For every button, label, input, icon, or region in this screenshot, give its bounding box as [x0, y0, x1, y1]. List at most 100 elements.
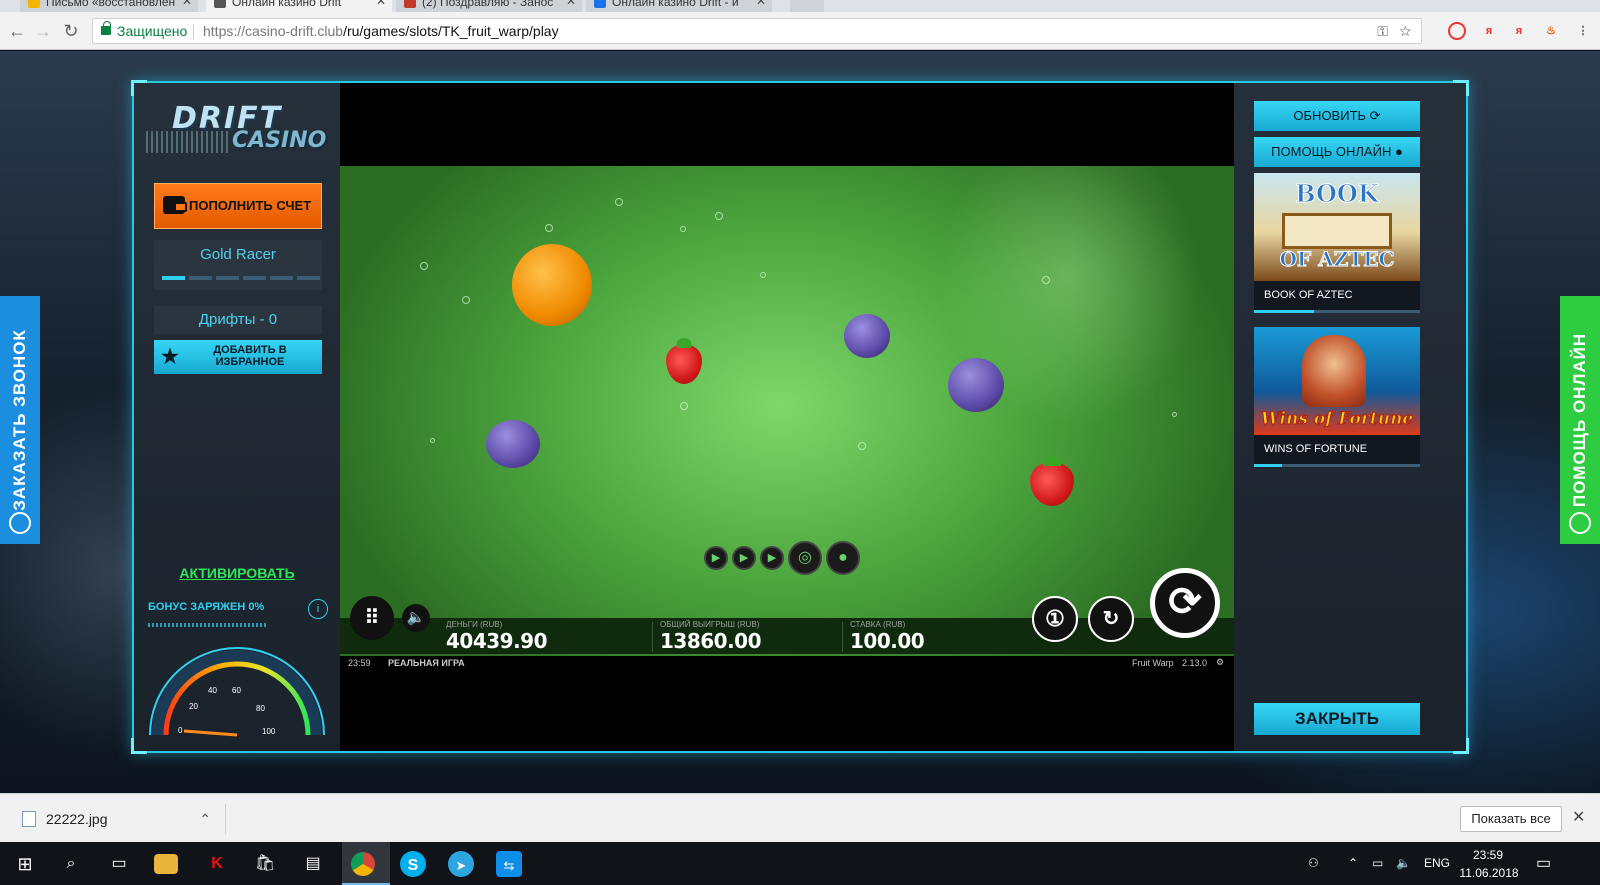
forward-arrow-icon[interactable]: →: [32, 20, 54, 42]
level-segment: [216, 276, 239, 280]
close-icon[interactable]: ✕: [1572, 807, 1585, 827]
kaspersky-icon[interactable]: K: [202, 849, 232, 879]
clock-date[interactable]: 11.06.2018: [1454, 864, 1524, 882]
bubble: [680, 226, 686, 232]
phone-icon: [9, 512, 31, 534]
star-icon: ★: [161, 346, 179, 368]
url-host: https://casino-drift.club: [203, 23, 344, 39]
omnibox-divider: [193, 24, 194, 39]
chrome-icon[interactable]: [351, 852, 375, 876]
game-canvas[interactable]: ▶ ▶ ▶ ◎ ●: [340, 166, 1234, 656]
search-icon[interactable]: ⌕: [56, 849, 86, 879]
order-call-tab[interactable]: ЗАКАЗАТЬ ЗВОНОК: [0, 296, 40, 544]
favorites-label-line1: ДОБАВИТЬ В: [213, 344, 287, 356]
download-item[interactable]: 22222.jpg ⌃: [16, 804, 226, 834]
key-icon[interactable]: ⚿: [1377, 23, 1388, 39]
people-icon[interactable]: ⚇: [1308, 842, 1319, 885]
browser-tab-1[interactable]: Письмо «восстановлен ✕: [20, 0, 198, 12]
browser-tab-4[interactable]: Онлайн казино Drift - и ✕: [586, 0, 772, 12]
new-tab-button[interactable]: [790, 0, 824, 12]
add-to-favorites-button[interactable]: ★ ДОБАВИТЬ В ИЗБРАННОЕ: [154, 340, 322, 374]
game-card-title: BOOK OF AZTEC: [1264, 289, 1353, 301]
menu-grid-icon[interactable]: ⠿: [350, 596, 394, 640]
play-icon[interactable]: ▶: [732, 546, 756, 570]
reload-icon[interactable]: ↻: [60, 20, 82, 42]
omnibox-icons: ⚿ ☆: [1377, 19, 1411, 43]
telegram-icon[interactable]: ➤: [448, 851, 474, 877]
network-app-icon[interactable]: ▤: [298, 849, 328, 879]
refresh-label: ОБНОВИТЬ: [1293, 108, 1367, 123]
thumbnail-text: Wins of Fortune: [1260, 409, 1414, 430]
language-indicator[interactable]: ENG: [1424, 842, 1450, 885]
wallet-icon: [163, 196, 187, 214]
apple-icon[interactable]: ●: [826, 541, 860, 575]
order-call-label: ЗАКАЗАТЬ ЗВОНОК: [10, 329, 29, 511]
game-version: 2.13.0: [1182, 658, 1208, 668]
spiral-icon[interactable]: ◎: [788, 541, 822, 575]
tab-title: Онлайн казино Drift: [232, 0, 342, 9]
game-hud: ⠿ 🔈 ДЕНЬГИ (RUB) 40439.90 ОБЩИЙ ВЫИГРЫШ …: [340, 568, 1234, 654]
browser-tab-2[interactable]: Онлайн казино Drift ✕: [206, 0, 392, 12]
bookmark-star-icon[interactable]: ☆: [1400, 23, 1411, 39]
play-icon[interactable]: ▶: [760, 546, 784, 570]
game-iframe[interactable]: ▶ ▶ ▶ ◎ ● ⠿ 🔈 ДЕНЬГИ (RUB) 40439.90 ОБЩИ…: [340, 83, 1234, 751]
task-view-icon[interactable]: ▭: [104, 849, 134, 879]
store-icon[interactable]: 🛍: [250, 849, 280, 879]
info-icon[interactable]: i: [308, 599, 328, 619]
book-of-aztec-thumbnail: BOOK OF AZTEC: [1254, 173, 1420, 281]
network-icon[interactable]: ▭: [1372, 842, 1383, 885]
skype-icon[interactable]: S: [400, 851, 426, 877]
card-progress-fill: [1254, 464, 1282, 467]
help-online-button[interactable]: ПОМОЩЬ ОНЛАЙН ●: [1254, 137, 1420, 167]
drift-casino-logo[interactable]: DRIFT CASINO: [146, 101, 326, 161]
help-online-tab[interactable]: ПОМОЩЬ ОНЛАЙН: [1560, 296, 1600, 544]
url-path: /ru/games/slots/TK_fruit_warp/play: [343, 23, 559, 39]
bet-one-coin-icon[interactable]: ①: [1032, 596, 1078, 642]
game-card-wins-of-fortune[interactable]: Wins of Fortune WINS OF FORTUNE: [1254, 327, 1420, 467]
teamviewer-icon[interactable]: ⇆: [496, 851, 522, 877]
level-segment: [270, 276, 293, 280]
money-label: ДЕНЬГИ (RUB): [446, 620, 503, 629]
plum-icon: [486, 420, 540, 468]
show-all-button[interactable]: Показать все: [1460, 806, 1562, 832]
chevron-up-icon[interactable]: ⌃: [1348, 842, 1358, 885]
notifications-icon[interactable]: ▭: [1536, 842, 1551, 885]
settings-gear-icon[interactable]: ⚙: [1216, 657, 1224, 668]
close-tab-icon[interactable]: ✕: [376, 0, 386, 8]
hud-divider: [842, 622, 843, 652]
close-tab-icon[interactable]: ✕: [182, 0, 192, 8]
back-arrow-icon[interactable]: ←: [6, 20, 28, 42]
video-favicon-icon: [404, 0, 416, 8]
chevron-up-icon[interactable]: ⌃: [199, 804, 211, 834]
address-bar[interactable]: Защищено https://casino-drift.club/ru/ga…: [92, 18, 1422, 44]
clock-time[interactable]: 23:59: [1460, 846, 1516, 864]
fire-extension-icon[interactable]: ♨: [1542, 22, 1560, 40]
wins-of-fortune-thumbnail: Wins of Fortune: [1254, 327, 1420, 435]
speaker-icon[interactable]: 🔈: [1396, 842, 1411, 885]
sound-icon[interactable]: 🔈: [402, 604, 430, 632]
spin-button[interactable]: ⟳: [1150, 568, 1220, 638]
close-tab-icon[interactable]: ✕: [756, 0, 766, 8]
close-tab-icon[interactable]: ✕: [566, 0, 576, 8]
tab-title: (2) Поздравляю - Занос: [422, 0, 554, 9]
refresh-button[interactable]: ОБНОВИТЬ ⟳: [1254, 101, 1420, 131]
menu-kebab-icon[interactable]: ⋮: [1574, 22, 1592, 40]
game-card-book-of-aztec[interactable]: BOOK OF AZTEC BOOK OF AZTEC: [1254, 173, 1420, 313]
yandex-icon[interactable]: я: [1510, 22, 1528, 40]
play-icon[interactable]: ▶: [704, 546, 728, 570]
activate-link[interactable]: АКТИВИРОВАТЬ: [134, 565, 340, 581]
right-panel: ОБНОВИТЬ ⟳ ПОМОЩЬ ОНЛАЙН ● BOOK OF AZTEC…: [1234, 83, 1466, 751]
hud-divider: [652, 622, 653, 652]
total-win-label: ОБЩИЙ ВЫИГРЫШ (RUB): [660, 620, 760, 629]
orange-icon: [512, 244, 592, 326]
close-game-button[interactable]: ЗАКРЫТЬ: [1254, 703, 1420, 735]
deposit-button[interactable]: ПОПОЛНИТЬ СЧЕТ: [154, 183, 322, 229]
game-name: Fruit Warp: [1132, 658, 1174, 668]
tab-strip: Письмо «восстановлен ✕ Онлайн казино Dri…: [0, 0, 1600, 12]
browser-tab-3[interactable]: (2) Поздравляю - Занос ✕: [396, 0, 582, 12]
yandex-icon[interactable]: я: [1480, 22, 1498, 40]
file-explorer-icon[interactable]: [154, 854, 178, 874]
extension-target-icon[interactable]: [1448, 22, 1466, 40]
autoplay-icon[interactable]: ↻: [1088, 596, 1134, 642]
windows-start-icon[interactable]: ⊞: [10, 849, 40, 879]
